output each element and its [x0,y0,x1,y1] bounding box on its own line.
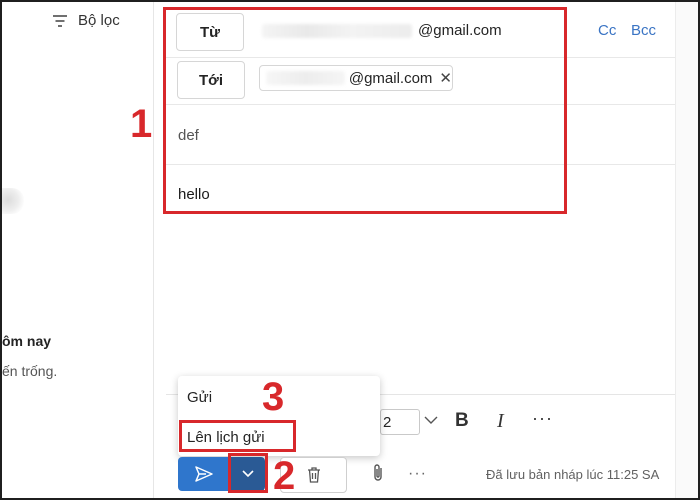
chevron-down-icon[interactable] [424,414,438,426]
bold-button[interactable]: B [455,410,469,432]
menu-item-send[interactable]: Gửi [187,389,212,406]
trash-icon [307,467,320,483]
send-button[interactable] [178,457,230,491]
empty-folder-message: ến trống. [2,363,58,379]
highlight-box-send-options [228,453,268,493]
more-format-options-icon[interactable]: ··· [532,408,553,429]
filter-button[interactable]: Bộ lọc [52,12,120,29]
step-number-3: 3 [262,375,285,419]
filter-label: Bộ lọc [78,12,120,29]
blurred-avatar [2,188,24,214]
today-heading: ôm nay [2,333,52,349]
scrollbar[interactable] [675,2,698,498]
highlight-box-compose-fields [163,7,567,214]
bcc-link[interactable]: Bcc [631,22,656,39]
filter-icon [53,14,67,27]
message-list-pane: Bộ lọc ôm nay ến trống. [2,2,154,498]
draft-saved-status: Đã lưu bản nháp lúc 11:25 SA [486,467,660,482]
send-icon [195,466,213,482]
step-number-2: 2 [273,454,296,498]
paperclip-icon[interactable] [370,462,386,484]
italic-button[interactable]: I [497,410,504,433]
cc-link[interactable]: Cc [598,22,616,39]
step-number-1: 1 [130,102,153,146]
font-size-select[interactable]: 2 [380,409,420,435]
highlight-box-schedule-send [179,420,296,452]
more-options-icon[interactable]: ··· [408,465,427,483]
